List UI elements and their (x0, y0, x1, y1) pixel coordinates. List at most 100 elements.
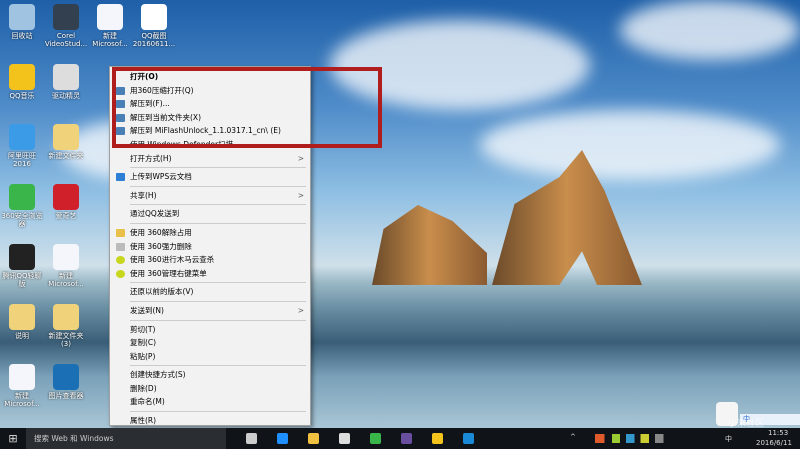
tray-expand-icon[interactable]: ^ (570, 433, 576, 441)
desktop-icon[interactable]: 说明 (0, 304, 44, 340)
desktop-icon[interactable]: 驱动精灵 (44, 64, 88, 100)
menu-item-label: 使用 360进行木马云查杀 (130, 255, 215, 265)
menu-item[interactable]: 上传到WPS云文档 (110, 170, 310, 184)
menu-item-label: 上传到WPS云文档 (130, 172, 192, 182)
desktop-icon[interactable]: 新建 Microsof... (88, 4, 132, 48)
menu-item[interactable]: 使用 360进行木马云查杀 (110, 253, 310, 267)
menu-separator (130, 282, 306, 284)
clock-date[interactable]: 2016/6/11 (756, 439, 792, 447)
desktop-icon[interactable]: 新建 Microsof... (0, 364, 44, 408)
desktop-icon-image (53, 124, 79, 150)
desktop-icon-image (53, 64, 79, 90)
menu-item-label: 还原以前的版本(V) (130, 287, 194, 297)
desktop-icon[interactable]: QQ截图 20160611... (132, 4, 176, 48)
menu-separator (130, 204, 306, 206)
search-input[interactable]: 搜索 Web 和 Windows (26, 428, 226, 449)
menu-separator (130, 365, 306, 367)
menu-item-label: 打开方式(H) (130, 153, 172, 163)
menu-item[interactable]: 粘贴(P) (110, 350, 310, 364)
desktop-icon-image (9, 184, 35, 210)
desktop-icon-label: QQ音乐 (9, 92, 35, 100)
menu-item[interactable]: 还原以前的版本(V) (110, 285, 310, 299)
menu-item[interactable]: 剪切(T) (110, 323, 310, 337)
menu-item-label: 共享(H) (130, 190, 157, 200)
windows-icon[interactable]: ⊞ (0, 428, 26, 449)
chevron-right-icon: > (297, 153, 304, 163)
chevron-right-icon: > (297, 190, 304, 200)
desktop-icon-label: 360安全浏览器 (1, 212, 43, 228)
wps-icon-glyph (463, 433, 474, 444)
desktop-icon[interactable]: 图片查看器 (44, 364, 88, 400)
desktop-icon[interactable]: 阿里旺旺 2016 (0, 124, 44, 168)
menu-item-label: 使用 360解除占用 (130, 227, 192, 237)
ime-indicator[interactable]: 中 (725, 434, 732, 444)
desktop-icon[interactable]: 360安全浏览器 (0, 184, 44, 228)
edge-icon[interactable] (267, 428, 298, 449)
desktop-icon-image (9, 244, 35, 270)
menu-item[interactable]: 通过QQ发送到 (110, 207, 310, 221)
wps-cloud-icon (116, 173, 125, 182)
menu-item[interactable]: 使用 360强力删除 (110, 240, 310, 254)
video-icon[interactable] (391, 428, 422, 449)
menu-item-label: 使用 360强力删除 (130, 241, 192, 251)
desktop-icon[interactable]: Corel VideoStud... (44, 4, 88, 48)
menu-item-label: 删除(D) (130, 383, 157, 393)
desktop-icon[interactable]: QQ音乐 (0, 64, 44, 100)
menu-item[interactable]: 复制(C) (110, 336, 310, 350)
desktop-icon-image (9, 124, 35, 150)
desktop-icon-label: 新建 Microsof... (92, 32, 128, 48)
desktop-icon-image (97, 4, 123, 30)
desktop-icon-image (53, 4, 79, 30)
desktop-icon-label: QQ截图 20160611... (132, 32, 176, 48)
desktop-icon[interactable]: 新建 Microsof... (44, 244, 88, 288)
desktop-icon[interactable]: 爱奇艺 (44, 184, 88, 220)
desktop-icon-label: 回收站 (11, 32, 33, 40)
desktop-icon-label: 驱动精灵 (52, 92, 80, 100)
tray-icons[interactable] (595, 434, 715, 443)
task-view-icon[interactable] (236, 428, 267, 449)
menu-item-label: 通过QQ发送到 (130, 209, 180, 219)
desktop-icon-label: 新建 Microsof... (48, 272, 84, 288)
desktop-icon-label: Corel VideoStud... (44, 32, 88, 48)
menu-item-label: 发送到(N) (130, 305, 164, 315)
menu-separator (130, 185, 306, 187)
desktop-icon-image (9, 304, 35, 330)
360-browser-icon[interactable] (360, 428, 391, 449)
menu-item-label: 使用 360管理右键菜单 (130, 268, 207, 278)
desktop-icon-image (53, 364, 79, 390)
desktop-icon-label: 阿里旺旺 2016 (8, 152, 36, 168)
menu-item-label: 复制(C) (130, 338, 157, 348)
360-icon (116, 256, 125, 265)
task-view-icon-glyph (246, 433, 257, 444)
desktop-icon[interactable]: 腾讯QQ轻聊版 (0, 244, 44, 288)
menu-separator (130, 222, 306, 224)
menu-item[interactable]: 发送到(N) > (110, 304, 310, 318)
menu-item[interactable]: 使用 360解除占用 (110, 226, 310, 240)
clock-time[interactable]: 11:53 (768, 429, 788, 437)
desktop-icon[interactable]: 新建文件夹 (3) (44, 304, 88, 348)
menu-item[interactable]: 共享(H) > (110, 189, 310, 203)
taskbar: ⊞ 搜索 Web 和 Windows ^ 中 11:53 2016/6/11 (0, 428, 800, 449)
desktop-icon[interactable]: 回收站 (0, 4, 44, 40)
menu-item[interactable]: 使用 360管理右键菜单 (110, 267, 310, 281)
desktop-icon-image (9, 364, 35, 390)
menu-item-label: 重命名(M) (130, 397, 165, 407)
store-icon[interactable] (329, 428, 360, 449)
menu-item[interactable]: 删除(D) (110, 382, 310, 396)
qq-music-icon-glyph (432, 433, 443, 444)
menu-item[interactable]: 属性(R) (110, 414, 310, 428)
desktop-icon-label: 腾讯QQ轻聊版 (2, 272, 42, 288)
menu-item-label: 创建快捷方式(S) (130, 370, 186, 380)
file-explorer-icon[interactable] (298, 428, 329, 449)
desktop-icon[interactable]: 新建文件夹 (44, 124, 88, 160)
desktop-icon-label: 新建文件夹 (48, 152, 84, 160)
desktop-icon-image (141, 4, 167, 30)
qq-music-icon[interactable] (422, 428, 453, 449)
menu-separator (130, 167, 306, 169)
menu-separator (130, 300, 306, 302)
chevron-right-icon: > (297, 305, 304, 315)
menu-item[interactable]: 打开方式(H) > (110, 152, 310, 166)
menu-item[interactable]: 创建快捷方式(S) (110, 368, 310, 382)
wps-icon[interactable] (453, 428, 484, 449)
menu-item[interactable]: 重命名(M) (110, 395, 310, 409)
